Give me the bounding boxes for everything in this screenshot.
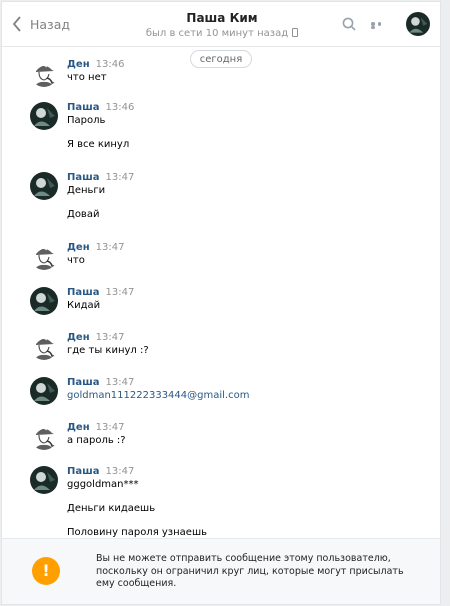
date-separator: сегодня [190, 50, 252, 68]
search-icon[interactable] [342, 17, 356, 31]
message-meta: Ден 13:47 [67, 242, 124, 253]
author-name[interactable]: Паша [67, 287, 100, 298]
message-time[interactable]: 13:47 [106, 287, 135, 298]
message-avatar[interactable] [30, 422, 58, 450]
author-name[interactable]: Паша [67, 172, 100, 183]
message-text: что [67, 255, 85, 266]
message-avatar[interactable] [30, 466, 58, 494]
message-time[interactable]: 13:47 [106, 466, 135, 477]
message-meta: Паша 13:47 [67, 287, 134, 298]
message-text: Кидай [67, 300, 101, 311]
message-avatar[interactable] [30, 242, 58, 270]
notice-text: Вы не можете отправить сообщение этому п… [96, 553, 404, 589]
message-meta: Ден 13:47 [67, 332, 124, 343]
dialog-panel: Назад Паша Ким был в сети 10 минут назад… [1, 1, 441, 605]
dialog-header: Назад Паша Ким был в сети 10 минут назад [2, 2, 440, 47]
message-avatar[interactable] [30, 59, 58, 87]
message-time[interactable]: 13:47 [96, 242, 125, 253]
message-meta: Паша 13:47 [67, 377, 134, 388]
message-text: Я все кинул [67, 139, 130, 150]
author-name[interactable]: Паша [67, 466, 100, 477]
message-meta: Паша 13:47 [67, 466, 134, 477]
message-text: где ты кинул :? [67, 345, 149, 356]
message-text: что нет [67, 72, 107, 83]
message-avatar[interactable] [30, 377, 58, 405]
restriction-notice: Вы не можете отправить сообщение этому п… [2, 538, 440, 604]
author-name[interactable]: Ден [67, 242, 90, 253]
message-avatar[interactable] [30, 287, 58, 315]
author-name[interactable]: Паша [67, 102, 100, 113]
message-time[interactable]: 13:47 [106, 377, 135, 388]
message-avatar[interactable] [30, 172, 58, 200]
message-text: gggoldman*** [67, 479, 139, 490]
message-avatar[interactable] [30, 102, 58, 130]
message-text: а пароль :? [67, 435, 126, 446]
last-seen-text: был в сети 10 минут назад [145, 28, 289, 39]
message-text: Довай [67, 209, 100, 220]
message-time[interactable]: 13:47 [96, 422, 125, 433]
message-meta: Паша 13:46 [67, 102, 134, 113]
author-name[interactable]: Ден [67, 422, 90, 433]
author-name[interactable]: Ден [67, 59, 90, 70]
message-text: Деньги кидаешь [67, 503, 156, 514]
message-text: Деньги [67, 185, 106, 196]
header-avatar[interactable] [406, 12, 430, 36]
mobile-icon [292, 28, 299, 37]
message-time[interactable]: 13:46 [96, 59, 125, 70]
more-dots-icon[interactable] [371, 22, 389, 29]
message-time[interactable]: 13:47 [106, 172, 135, 183]
warning-icon [32, 557, 60, 585]
message-avatar[interactable] [30, 332, 58, 360]
message-text: Половину пароля узнаешь [67, 527, 207, 538]
last-seen-status: был в сети 10 минут назад [2, 28, 440, 39]
author-name[interactable]: Паша [67, 377, 100, 388]
message-meta: Паша 13:47 [67, 172, 134, 183]
message-time[interactable]: 13:46 [106, 102, 135, 113]
message-meta: Ден 13:46 [67, 59, 124, 70]
message-meta: Ден 13:47 [67, 422, 124, 433]
author-name[interactable]: Ден [67, 332, 90, 343]
email-link[interactable]: goldman111222333444@gmail.com [67, 390, 249, 401]
message-time[interactable]: 13:47 [96, 332, 125, 343]
message-text: Пароль [67, 115, 106, 126]
